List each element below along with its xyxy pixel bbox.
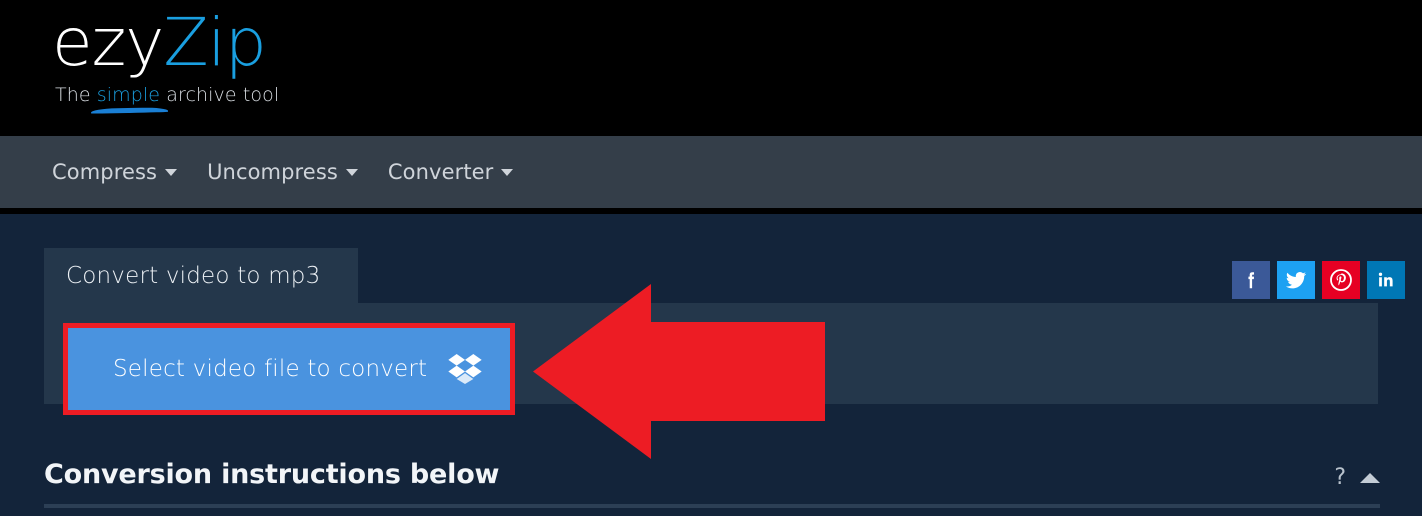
site-masthead: ezyZip The simple archive tool [0, 0, 1422, 136]
nav-item-label: Compress [52, 160, 158, 184]
site-tagline: The simple archive tool [55, 84, 279, 106]
select-file-highlight-box: Select video file to convert [63, 323, 515, 415]
tab-label: Convert video to mp3 [66, 262, 321, 289]
pinterest-share-button[interactable] [1322, 261, 1360, 299]
main-navigation: Compress Uncompress Converter [0, 136, 1422, 208]
nav-item-compress[interactable]: Compress [52, 160, 178, 184]
site-logo[interactable]: ezyZip [52, 8, 267, 77]
linkedin-icon [1375, 269, 1397, 291]
logo-text-primary: ezy [52, 4, 164, 81]
pinterest-icon [1329, 268, 1353, 292]
linkedin-share-button[interactable] [1367, 261, 1405, 299]
select-video-file-button[interactable]: Select video file to convert [68, 328, 510, 410]
instructions-header-row: Conversion instructions below ? [44, 459, 1380, 506]
tagline-highlight: simple [96, 84, 161, 106]
help-icon[interactable]: ? [1334, 467, 1346, 489]
instructions-divider [44, 504, 1380, 508]
tagline-after: archive tool [160, 84, 280, 106]
nav-item-label: Uncompress [207, 160, 338, 184]
tagline-underline-swoosh [90, 107, 169, 114]
twitter-bird-icon [1284, 268, 1308, 292]
social-share-bar [1232, 261, 1405, 299]
nav-item-uncompress[interactable]: Uncompress [207, 160, 358, 184]
page-root: ezyZip The simple archive tool Compress … [0, 0, 1422, 516]
tagline-before: The [55, 84, 97, 106]
main-content: Convert video to mp3 Select video file t… [0, 214, 1422, 516]
annotation-arrow-left [533, 284, 825, 459]
chevron-down-icon [501, 169, 514, 176]
nav-item-converter[interactable]: Converter [388, 160, 514, 184]
facebook-share-button[interactable] [1232, 261, 1270, 299]
tab-convert-video-to-mp3[interactable]: Convert video to mp3 [44, 248, 359, 303]
logo-text-secondary: Zip [163, 4, 266, 81]
chevron-down-icon [345, 169, 358, 176]
chevron-up-icon[interactable] [1360, 473, 1380, 483]
tab-strip: Convert video to mp3 [44, 248, 359, 303]
dropbox-icon [448, 354, 482, 384]
select-video-file-label: Select video file to convert [113, 356, 428, 382]
instructions-title: Conversion instructions below [44, 459, 500, 490]
facebook-icon [1240, 269, 1262, 291]
instructions-controls: ? [1334, 459, 1380, 489]
chevron-down-icon [165, 169, 178, 176]
nav-item-label: Converter [387, 160, 494, 184]
twitter-share-button[interactable] [1277, 261, 1315, 299]
